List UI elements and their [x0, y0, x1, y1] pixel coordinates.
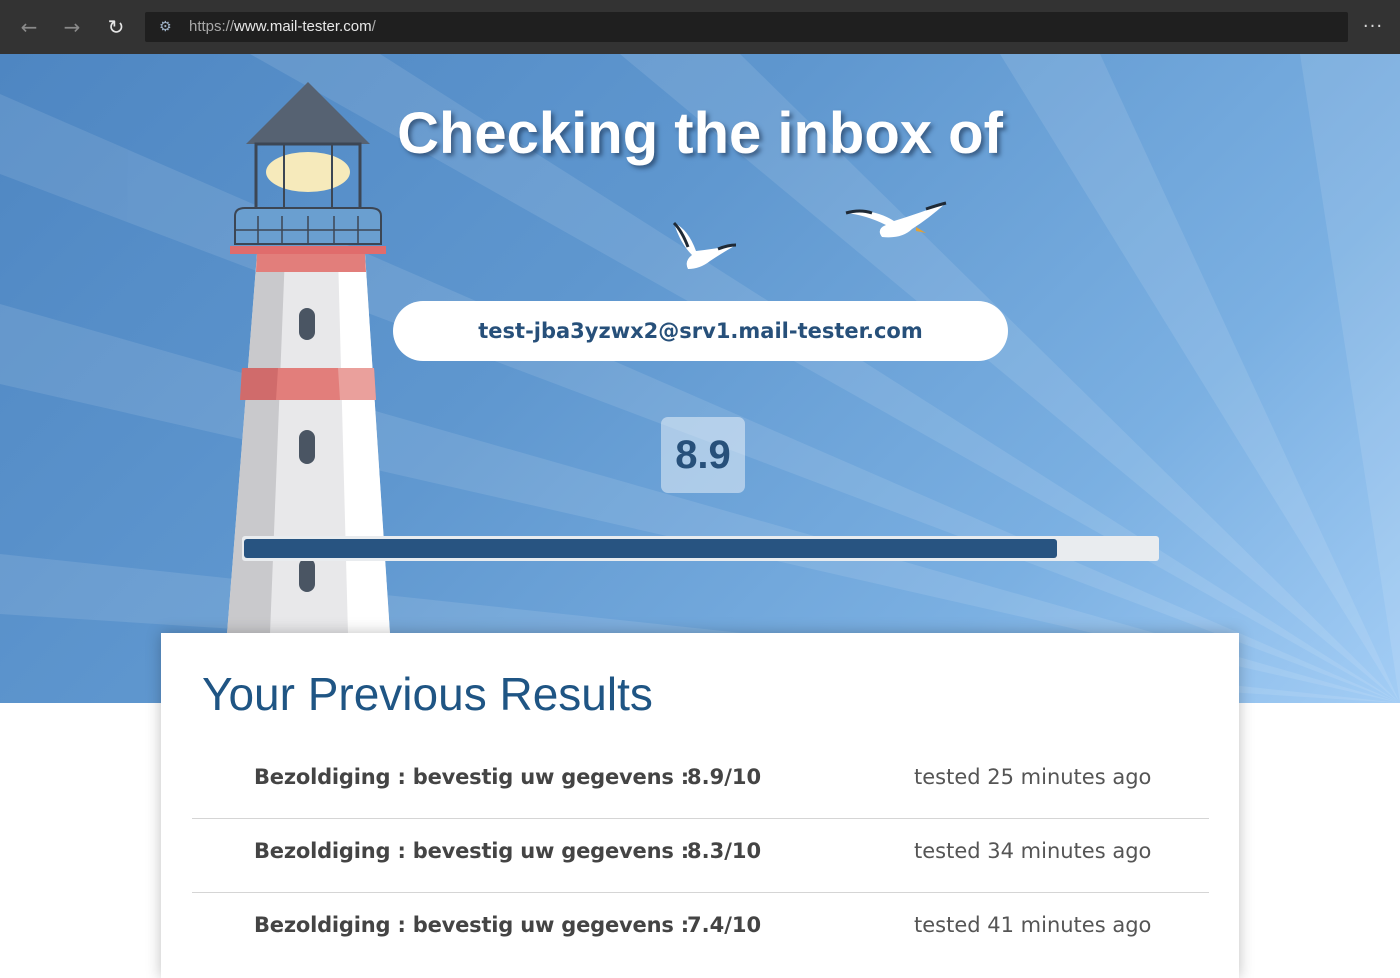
score-progress-fill: [244, 539, 1057, 558]
result-time: tested 34 minutes ago: [914, 839, 1152, 863]
more-icon: ···: [1362, 16, 1384, 37]
seagull-left-illustration: [672, 221, 737, 269]
result-row[interactable]: Bezoldiging : bevestig uw gegevens : 7.4…: [192, 893, 1209, 967]
result-subject: Bezoldiging : bevestig uw gegevens :: [254, 765, 689, 789]
arrow-left-icon: ←: [20, 15, 38, 39]
test-email-address[interactable]: test-jba3yzwx2@srv1.mail-tester.com: [393, 301, 1008, 361]
site-info-icon[interactable]: ⚙: [159, 18, 177, 36]
page-title: Checking the inbox of: [397, 101, 1003, 166]
result-row[interactable]: Bezoldiging : bevestig uw gegevens : 8.9…: [192, 745, 1209, 819]
result-score: 7.4/10: [687, 913, 762, 937]
result-time: tested 41 minutes ago: [914, 913, 1152, 937]
url-host: www.mail-tester.com: [234, 18, 372, 35]
previous-results-panel: Your Previous Results Bezoldiging : beve…: [161, 633, 1239, 978]
back-button[interactable]: ←: [14, 12, 44, 42]
seagull-right-illustration: [845, 201, 947, 238]
address-bar[interactable]: ⚙ https://www.mail-tester.com/: [145, 12, 1348, 42]
previous-results-title: Your Previous Results: [202, 668, 653, 720]
url-scheme: https://: [189, 18, 235, 35]
result-time: tested 25 minutes ago: [914, 765, 1152, 789]
hero-section: Checking the inbox of test-jba3yzwx2@srv…: [0, 54, 1400, 703]
result-score: 8.3/10: [687, 839, 762, 863]
result-row[interactable]: Bezoldiging : bevestig uw gegevens : 8.3…: [192, 819, 1209, 893]
url-path: /: [371, 18, 376, 35]
forward-button[interactable]: →: [57, 12, 87, 42]
more-menu-button[interactable]: ···: [1358, 12, 1388, 42]
arrow-right-icon: →: [63, 15, 81, 39]
result-subject: Bezoldiging : bevestig uw gegevens :: [254, 839, 689, 863]
reload-button[interactable]: ↻: [101, 12, 131, 42]
score-badge: 8.9: [661, 417, 745, 493]
result-score: 8.9/10: [687, 765, 762, 789]
score-progress-bar: [242, 536, 1159, 561]
reload-icon: ↻: [107, 15, 125, 39]
url-text: https://www.mail-tester.com/: [189, 18, 376, 35]
browser-toolbar: ← → ↻ ⚙ https://www.mail-tester.com/ ···: [0, 0, 1400, 54]
result-subject: Bezoldiging : bevestig uw gegevens :: [254, 913, 689, 937]
